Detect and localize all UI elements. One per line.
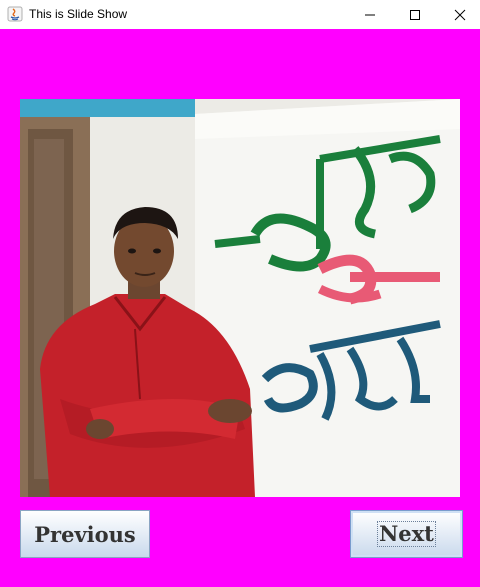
next-button-label: Next bbox=[377, 521, 436, 547]
window-title: This is Slide Show bbox=[29, 7, 128, 21]
minimize-icon bbox=[365, 14, 375, 15]
java-app-icon bbox=[7, 6, 23, 22]
maximize-icon bbox=[410, 9, 420, 20]
close-button[interactable] bbox=[437, 0, 480, 29]
title-bar: This is Slide Show bbox=[0, 0, 480, 30]
slideshow-panel: Previous Next bbox=[0, 29, 480, 587]
previous-button[interactable]: Previous bbox=[20, 510, 150, 558]
slide-image bbox=[20, 99, 460, 497]
maximize-button[interactable] bbox=[392, 0, 438, 29]
close-icon bbox=[454, 9, 466, 20]
next-button[interactable]: Next bbox=[350, 510, 463, 558]
minimize-button[interactable] bbox=[347, 0, 393, 29]
